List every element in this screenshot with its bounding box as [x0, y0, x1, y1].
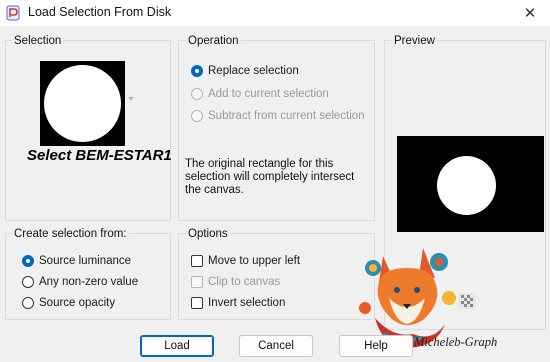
paintshop-app-icon — [6, 5, 20, 21]
clip-to-canvas-label: Clip to canvas — [208, 276, 281, 288]
selection-thumbnail[interactable] — [40, 61, 125, 146]
subtract-from-selection-radio[interactable]: Subtract from current selection — [191, 108, 365, 124]
chevron-down-icon[interactable] — [128, 97, 134, 101]
move-to-upper-left-label: Move to upper left — [208, 255, 301, 267]
operation-info-text: The original rectangle for this selectio… — [185, 158, 355, 196]
close-icon: ✕ — [523, 5, 537, 22]
source-opacity-label: Source opacity — [39, 297, 116, 309]
source-luminance-label: Source luminance — [39, 255, 132, 267]
radio-indicator — [22, 255, 34, 267]
preview-image — [397, 136, 544, 232]
any-non-zero-label: Any non-zero value — [39, 276, 139, 288]
help-button[interactable]: Help — [339, 335, 413, 357]
selection-group-label: Selection — [12, 35, 64, 47]
checkbox-indicator — [191, 276, 203, 288]
checkbox-indicator — [191, 255, 203, 267]
create-from-group-label: Create selection from: — [12, 228, 129, 240]
window-title: Load Selection From Disk — [28, 5, 172, 19]
radio-indicator — [191, 110, 203, 122]
source-luminance-radio[interactable]: Source luminance — [22, 253, 131, 269]
add-to-selection-label: Add to current selection — [208, 88, 329, 100]
invert-selection-checkbox[interactable]: Invert selection — [191, 295, 285, 311]
clip-to-canvas-checkbox[interactable]: Clip to canvas — [191, 274, 280, 290]
invert-selection-label: Invert selection — [208, 297, 286, 309]
operation-group-label: Operation — [186, 35, 241, 47]
watermark-signature: Micheleb-Graph — [414, 335, 498, 349]
move-to-upper-left-checkbox[interactable]: Move to upper left — [191, 253, 300, 269]
checkerboard-icon[interactable] — [458, 293, 476, 309]
add-to-selection-radio[interactable]: Add to current selection — [191, 86, 329, 102]
selection-thumbnail-shape — [44, 65, 121, 142]
close-button[interactable]: ✕ — [510, 0, 550, 26]
options-group-label: Options — [186, 228, 230, 240]
radio-indicator — [191, 65, 203, 77]
replace-selection-label: Replace selection — [208, 65, 299, 77]
subtract-from-selection-label: Subtract from current selection — [208, 110, 365, 122]
radio-indicator — [22, 276, 34, 288]
fox-watermark-image — [359, 248, 456, 348]
title-bar: Load Selection From Disk ✕ — [0, 0, 550, 26]
any-non-zero-radio[interactable]: Any non-zero value — [22, 274, 138, 290]
checkbox-indicator — [191, 297, 203, 309]
replace-selection-radio[interactable]: Replace selection — [191, 63, 299, 79]
radio-indicator — [22, 297, 34, 309]
cancel-button[interactable]: Cancel — [239, 335, 313, 357]
source-opacity-radio[interactable]: Source opacity — [22, 295, 115, 311]
preview-group-label: Preview — [392, 35, 437, 47]
radio-indicator — [191, 88, 203, 100]
load-button[interactable]: Load — [140, 335, 214, 357]
preview-shape — [437, 156, 496, 215]
selected-selection-name: Select BEM-ESTAR1 — [27, 147, 172, 164]
